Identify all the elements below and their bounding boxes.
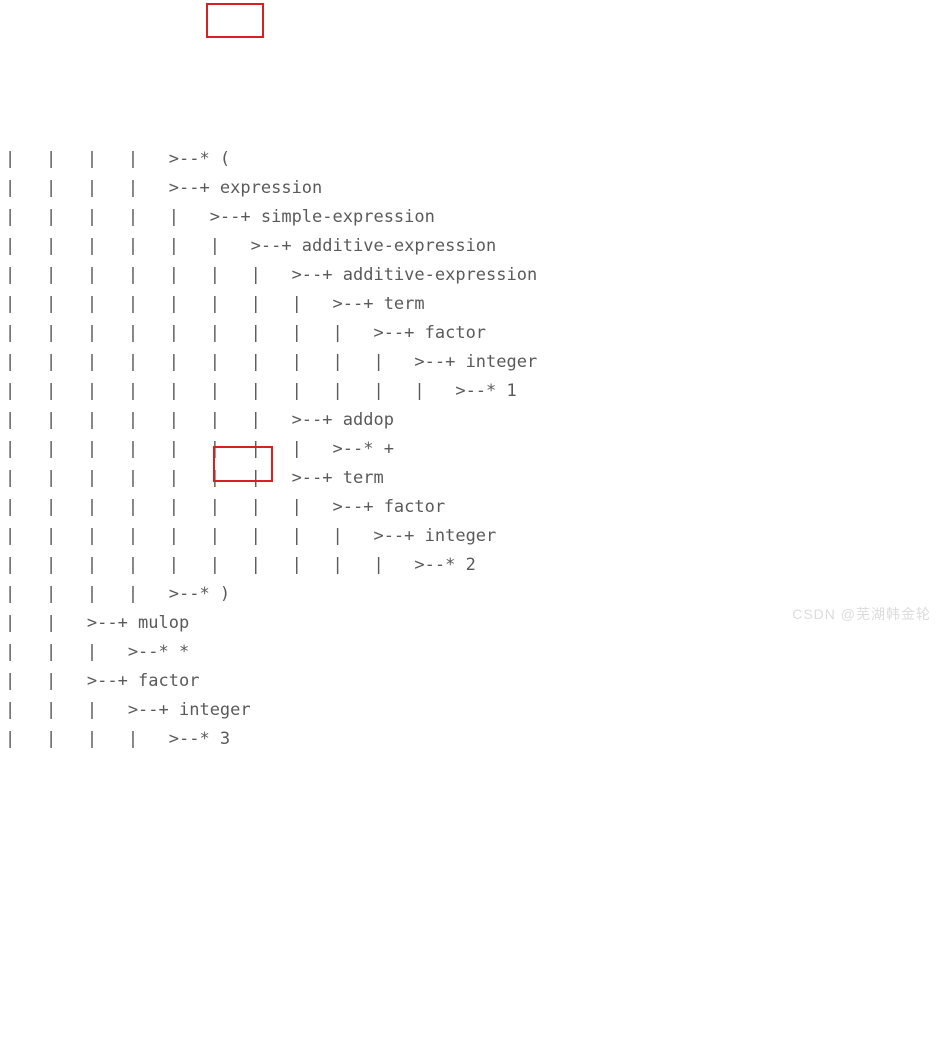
tree-line: | | | | >--+ expression — [5, 178, 322, 198]
tree-line: | | | | | | | >--+ additive-expression — [5, 265, 537, 285]
tree-line: | | >--+ mulop — [5, 613, 189, 633]
tree-line: | | | | | | | | >--+ term — [5, 294, 425, 314]
tree-line: | | | | | | | | >--* + — [5, 439, 394, 459]
highlight-box-close-paren — [213, 446, 273, 482]
tree-line: | | | | >--* ) — [5, 584, 230, 604]
tree-line: | | | >--* * — [5, 642, 189, 662]
watermark: CSDN @芜湖韩金轮 — [792, 600, 931, 629]
tree-line: | | >--+ factor — [5, 671, 199, 691]
parse-tree: | | | | >--* ( | | | | >--+ expression |… — [0, 116, 941, 754]
tree-line: | | | >--+ integer — [5, 700, 251, 720]
tree-line: | | | | | | | | | | | >--* 1 — [5, 381, 517, 401]
tree-line: | | | | | | >--+ additive-expression — [5, 236, 496, 256]
tree-line: | | | | | | | | | >--+ integer — [5, 526, 496, 546]
tree-line: | | | | | | | | | >--+ factor — [5, 323, 486, 343]
tree-line: | | | | | | | >--+ term — [5, 468, 384, 488]
tree-line: | | | | | | | | | | >--+ integer — [5, 352, 537, 372]
tree-line: | | | | >--* ( — [5, 149, 230, 169]
tree-line: | | | | | >--+ simple-expression — [5, 207, 435, 227]
tree-line: | | | | | | | >--+ addop — [5, 410, 394, 430]
tree-line: | | | | | | | | >--+ factor — [5, 497, 445, 517]
highlight-box-open-paren — [206, 3, 264, 38]
tree-line: | | | | | | | | | | >--* 2 — [5, 555, 476, 575]
tree-line: | | | | >--* 3 — [5, 729, 230, 749]
